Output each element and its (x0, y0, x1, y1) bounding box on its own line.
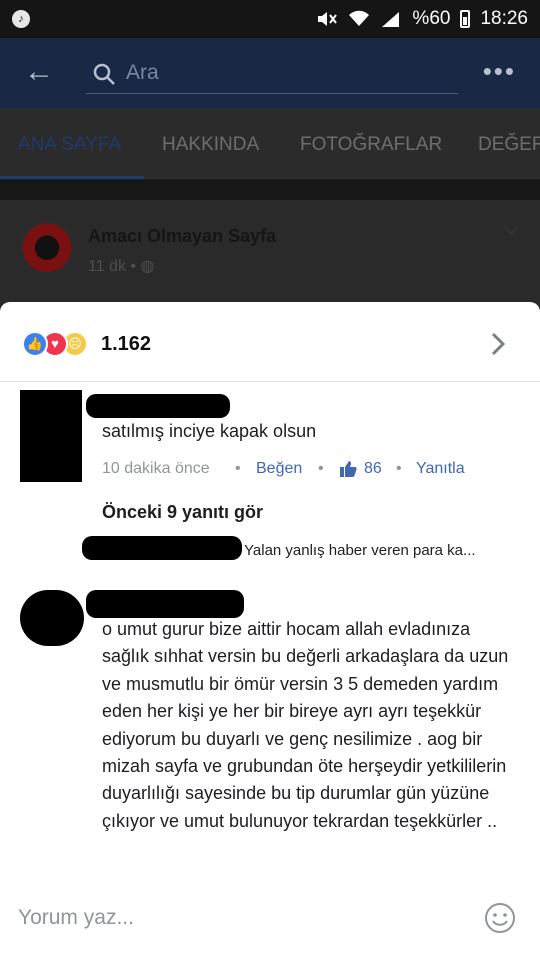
chevron-down-icon[interactable]: ⌵ (504, 218, 518, 239)
back-arrow-icon[interactable]: ← (24, 54, 54, 90)
page-avatar[interactable] (20, 218, 74, 272)
redacted-reply-avatar (82, 536, 242, 560)
reply-preview-text[interactable]: Yalan yanlış haber veren para ka... (244, 542, 476, 559)
tab-photos[interactable]: FOTOĞRAFLAR (300, 134, 442, 156)
page-tabs: ANA SAYFA HAKKINDA FOTOĞRAFLAR DEĞER (0, 108, 540, 180)
emoji-icon[interactable] (484, 902, 516, 934)
reaction-icons: 👍 ♥ ☹ (22, 331, 96, 357)
page-name[interactable]: Amacı Olmayan Sayfa (88, 226, 276, 247)
search-icon (93, 63, 115, 85)
reaction-count: 1.162 (101, 333, 152, 355)
redacted-username (86, 590, 244, 618)
more-options-icon[interactable]: ••• (483, 56, 516, 87)
like-count: 86 (364, 460, 382, 477)
tab-about[interactable]: HAKKINDA (162, 134, 259, 156)
battery-icon (460, 10, 471, 28)
redacted-avatar (20, 390, 82, 482)
battery-percent: %60 (412, 8, 451, 29)
reactions-bar[interactable]: 👍 ♥ ☹ 1.162 (0, 302, 540, 382)
separator-dot: • (396, 460, 402, 477)
comment-input[interactable] (18, 900, 448, 936)
globe-icon: ◍ (140, 258, 155, 275)
thumbs-up-icon (340, 461, 357, 477)
comment-time: 10 dakika önce (102, 460, 210, 477)
app-root: ♪ %60 18:26 ← ••• ANA SAYFA HAKKINDA FOT… (0, 0, 540, 960)
comment-text: o umut gurur bize aittir hocam allah evl… (102, 619, 509, 831)
like-icon: 👍 (22, 331, 48, 357)
signal-icon (382, 12, 400, 27)
comments-sheet: 👍 ♥ ☹ 1.162 satılmış inciye kapak olsun … (0, 302, 540, 960)
clock: 18:26 (480, 8, 528, 29)
post-meta: 11 dk • ◍ (88, 258, 155, 275)
notification-icon: ♪ (12, 10, 30, 28)
redacted-username (86, 394, 230, 418)
app-header: ← ••• (0, 38, 540, 108)
comment-text: satılmış inciye kapak olsun (102, 421, 317, 441)
redacted-avatar (20, 590, 84, 646)
chevron-right-icon[interactable] (484, 330, 512, 358)
reply-button[interactable]: Yanıtla (416, 460, 465, 478)
tab-home[interactable]: ANA SAYFA (18, 134, 121, 156)
comment-composer (0, 880, 540, 960)
search-input[interactable] (126, 58, 426, 88)
mute-icon (318, 12, 338, 26)
like-button[interactable]: Beğen (256, 460, 302, 478)
status-bar: ♪ %60 18:26 (0, 0, 540, 38)
wifi-icon (349, 10, 370, 26)
separator-dot: • (235, 460, 241, 477)
separator-dot: • (318, 460, 324, 477)
tab-reviews[interactable]: DEĞER (478, 134, 540, 156)
status-icons: %60 18:26 (316, 0, 528, 38)
search-bar[interactable] (86, 56, 458, 94)
post-time: 11 dk (88, 258, 126, 275)
previous-replies-link[interactable]: Önceki 9 yanıtı gör (102, 502, 263, 523)
